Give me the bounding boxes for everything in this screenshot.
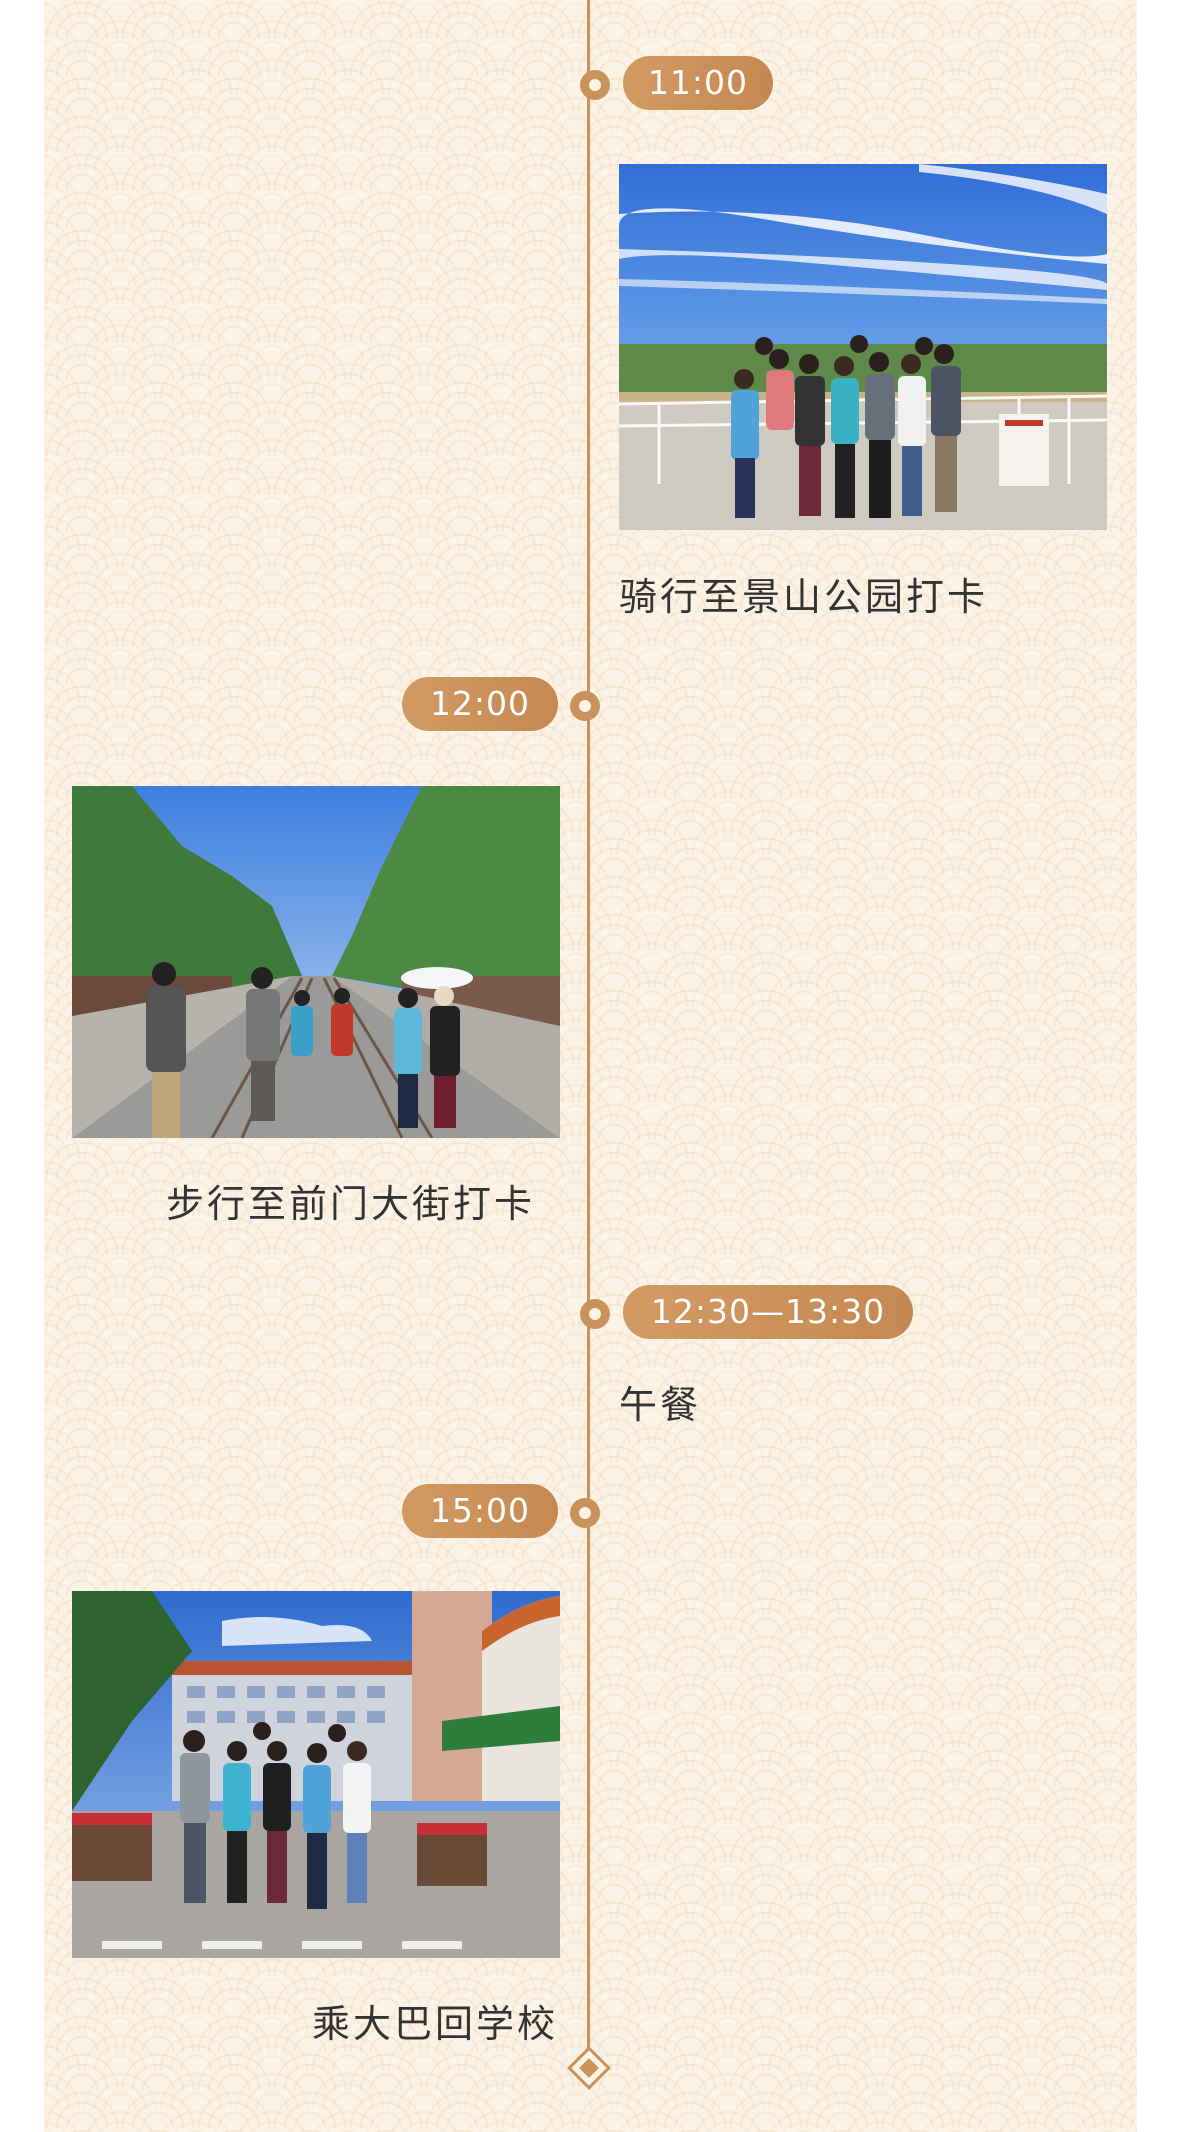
time-badge: 11:00 (623, 56, 773, 110)
event-caption: 骑行至景山公园打卡 (619, 575, 989, 619)
event-caption: 午餐 (619, 1383, 702, 1427)
timeline-node (570, 1498, 600, 1528)
event-caption: 步行至前门大街打卡 (166, 1182, 536, 1226)
timeline-line (587, 0, 590, 2070)
event-photo[interactable] (619, 164, 1107, 530)
event-photo[interactable] (72, 1591, 560, 1958)
qianmen-street-photo (72, 786, 560, 1138)
event-photo[interactable] (72, 786, 560, 1138)
group-photo-at-jingshan-park (619, 164, 1107, 530)
timeline-node (580, 70, 610, 100)
diamond-icon (567, 2046, 611, 2090)
timeline-node (570, 691, 600, 721)
group-photo-at-school (72, 1591, 560, 1958)
time-badge: 12:30—13:30 (623, 1285, 913, 1339)
timeline-node (580, 1299, 610, 1329)
time-badge: 15:00 (402, 1484, 558, 1538)
event-caption: 乘大巴回学校 (312, 2002, 559, 2046)
time-badge: 12:00 (402, 677, 558, 731)
